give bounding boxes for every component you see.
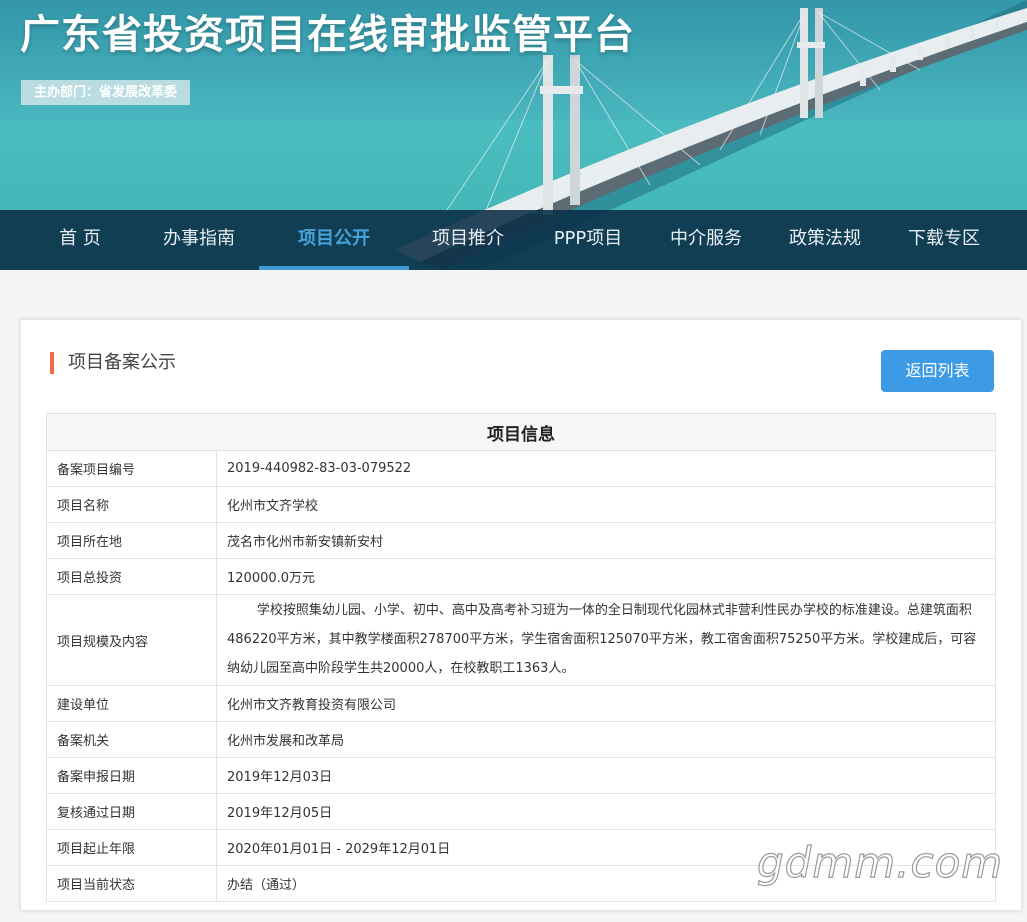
nav-item-ppp[interactable]: PPP项目 xyxy=(540,210,636,270)
table-row: 备案申报日期 2019年12月03日 xyxy=(46,757,996,794)
row-label: 备案项目编号 xyxy=(46,450,217,487)
row-label: 项目名称 xyxy=(46,486,217,523)
table-title: 项目信息 xyxy=(46,413,996,451)
site-watermark: gdmm.com xyxy=(756,837,1004,887)
row-label: 项目规模及内容 xyxy=(46,594,217,686)
row-value: 茂名市化州市新安镇新安村 xyxy=(216,522,996,559)
row-value: 化州市文齐学校 xyxy=(216,486,996,523)
content-card: 项目备案公示 返回列表 项目信息 备案项目编号 2019-440982-83-0… xyxy=(20,319,1022,911)
row-value: 120000.0万元 xyxy=(216,558,996,595)
table-row: 项目规模及内容 学校按照集幼儿园、小学、初中、高中及高考补习班为一体的全日制现代… xyxy=(46,594,996,686)
nav-item-intermediary[interactable]: 中介服务 xyxy=(658,210,754,270)
main-nav: 首 页 办事指南 项目公开 项目推介 PPP项目 中介服务 政策法规 下载专区 xyxy=(0,210,1027,270)
host-department-badge: 主办部门：省发展改革委 xyxy=(21,80,191,105)
row-value: 化州市发展和改革局 xyxy=(216,721,996,758)
table-row: 建设单位 化州市文齐教育投资有限公司 xyxy=(46,685,996,722)
table-row: 项目名称 化州市文齐学校 xyxy=(46,486,996,523)
row-label: 项目总投资 xyxy=(46,558,217,595)
row-value: 2019年12月05日 xyxy=(216,793,996,830)
nav-item-home[interactable]: 首 页 xyxy=(40,210,120,270)
row-value: 学校按照集幼儿园、小学、初中、高中及高考补习班为一体的全日制现代化园林式非营利性… xyxy=(216,594,996,686)
row-label: 项目当前状态 xyxy=(46,865,217,902)
row-value: 2019-440982-83-03-079522 xyxy=(216,450,996,487)
row-label: 项目所在地 xyxy=(46,522,217,559)
nav-item-downloads[interactable]: 下载专区 xyxy=(896,210,992,270)
row-value: 2019年12月03日 xyxy=(216,757,996,794)
table-row: 复核通过日期 2019年12月05日 xyxy=(46,793,996,830)
site-title: 广东省投资项目在线审批监管平台 xyxy=(20,12,635,58)
section-title: 项目备案公示 xyxy=(50,352,176,374)
row-label: 复核通过日期 xyxy=(46,793,217,830)
table-header-row: 项目信息 xyxy=(46,413,996,451)
nav-item-policy[interactable]: 政策法规 xyxy=(777,210,873,270)
table-row: 项目所在地 茂名市化州市新安镇新安村 xyxy=(46,522,996,559)
nav-item-project-promotion[interactable]: 项目推介 xyxy=(420,210,516,270)
nav-item-guide[interactable]: 办事指南 xyxy=(151,210,247,270)
back-to-list-button[interactable]: 返回列表 xyxy=(881,350,994,392)
table-row: 备案机关 化州市发展和改革局 xyxy=(46,721,996,758)
row-label: 项目起止年限 xyxy=(46,829,217,866)
table-row: 备案项目编号 2019-440982-83-03-079522 xyxy=(46,450,996,487)
row-label: 备案申报日期 xyxy=(46,757,217,794)
project-info-table: 项目信息 备案项目编号 2019-440982-83-03-079522 项目名… xyxy=(46,413,996,902)
row-value: 化州市文齐教育投资有限公司 xyxy=(216,685,996,722)
row-label: 备案机关 xyxy=(46,721,217,758)
row-label: 建设单位 xyxy=(46,685,217,722)
nav-item-project-disclosure[interactable]: 项目公开 xyxy=(259,210,409,270)
table-row: 项目总投资 120000.0万元 xyxy=(46,558,996,595)
